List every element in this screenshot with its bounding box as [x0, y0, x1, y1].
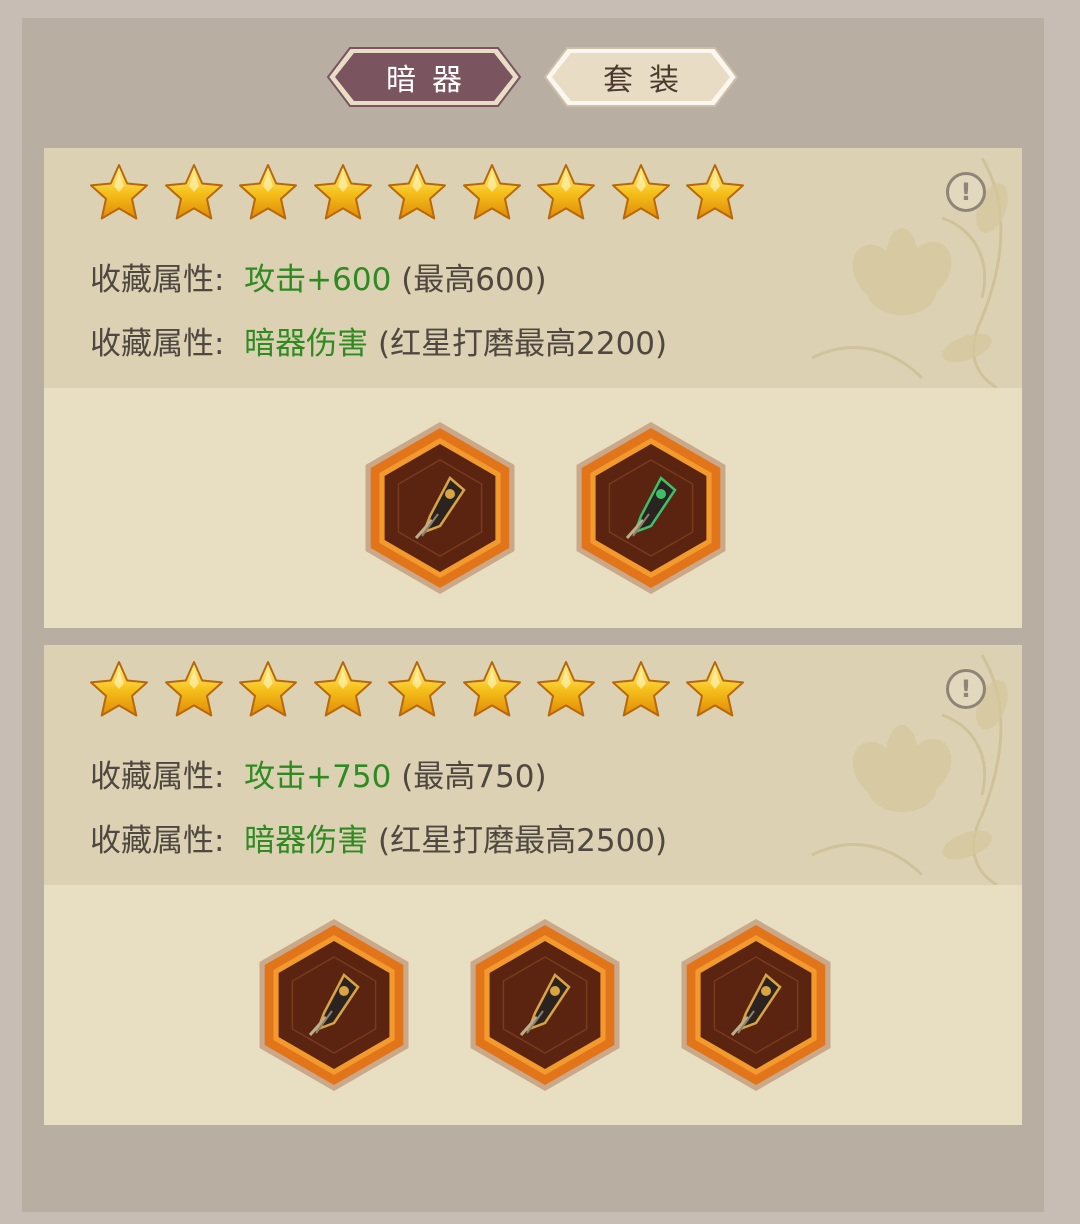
card-1-header: ! 收藏属性: 攻击+600 (最高600) 收藏属性: 暗器伤害 (红星打磨最…	[44, 148, 1022, 388]
item-slot[interactable]	[573, 420, 729, 596]
lotus-decoration-icon	[811, 157, 1008, 388]
star-icon	[237, 659, 299, 721]
tab-taozhuang[interactable]: 套装	[543, 46, 739, 108]
star-icon	[535, 659, 597, 721]
item-slot[interactable]	[467, 917, 623, 1093]
star-icon	[684, 659, 746, 721]
item-slot[interactable]	[362, 420, 518, 596]
collection-panel: 暗器 套装 ! 收藏属性: 攻击+600 (最高600) 收藏属性: 暗器伤害 …	[22, 18, 1044, 1212]
info-icon[interactable]: !	[946, 669, 986, 709]
item-slot[interactable]	[678, 917, 834, 1093]
black-gold-blade-launcher-icon	[304, 971, 364, 1039]
star-icon	[163, 659, 225, 721]
tab-taozhuang-label: 套装	[603, 63, 695, 98]
star-icon	[88, 162, 150, 224]
tab-anqi[interactable]: 暗器	[326, 46, 522, 108]
collection-attribute-2: 收藏属性: 暗器伤害 (红星打磨最高2200)	[90, 326, 668, 362]
star-icon	[386, 659, 448, 721]
card-2-header: ! 收藏属性: 攻击+750 (最高750) 收藏属性: 暗器伤害 (红星打磨最…	[44, 645, 1022, 885]
info-icon[interactable]: !	[946, 172, 986, 212]
item-slot[interactable]	[256, 917, 412, 1093]
tab-bar: 暗器 套装	[22, 46, 1044, 108]
jade-feather-bracer-icon	[621, 474, 681, 542]
item-slots	[44, 885, 1022, 1125]
collection-attribute-1: 收藏属性: 攻击+600 (最高600)	[90, 262, 547, 298]
star-icon	[684, 162, 746, 224]
collection-card-1: ! 收藏属性: 攻击+600 (最高600) 收藏属性: 暗器伤害 (红星打磨最…	[44, 148, 1022, 628]
star-icon	[237, 162, 299, 224]
lotus-decoration-icon	[811, 654, 1008, 885]
star-icon	[461, 162, 523, 224]
star-icon	[610, 659, 672, 721]
star-icon	[312, 659, 374, 721]
collection-attribute-1: 收藏属性: 攻击+750 (最高750)	[90, 759, 547, 795]
star-icon	[386, 162, 448, 224]
bronze-scroll-dart-icon	[515, 971, 575, 1039]
tab-anqi-label: 暗器	[386, 63, 478, 98]
star-rating	[88, 659, 759, 721]
collection-attribute-2: 收藏属性: 暗器伤害 (红星打磨最高2500)	[90, 823, 668, 859]
star-rating	[88, 162, 759, 224]
star-icon	[535, 162, 597, 224]
dark-spiked-gauntlet-icon	[410, 474, 470, 542]
star-icon	[312, 162, 374, 224]
star-icon	[88, 659, 150, 721]
star-icon	[610, 162, 672, 224]
collection-card-2: ! 收藏属性: 攻击+750 (最高750) 收藏属性: 暗器伤害 (红星打磨最…	[44, 645, 1022, 1125]
golden-dragon-claw-icon	[726, 971, 786, 1039]
star-icon	[461, 659, 523, 721]
item-slots	[44, 388, 1022, 628]
star-icon	[163, 162, 225, 224]
